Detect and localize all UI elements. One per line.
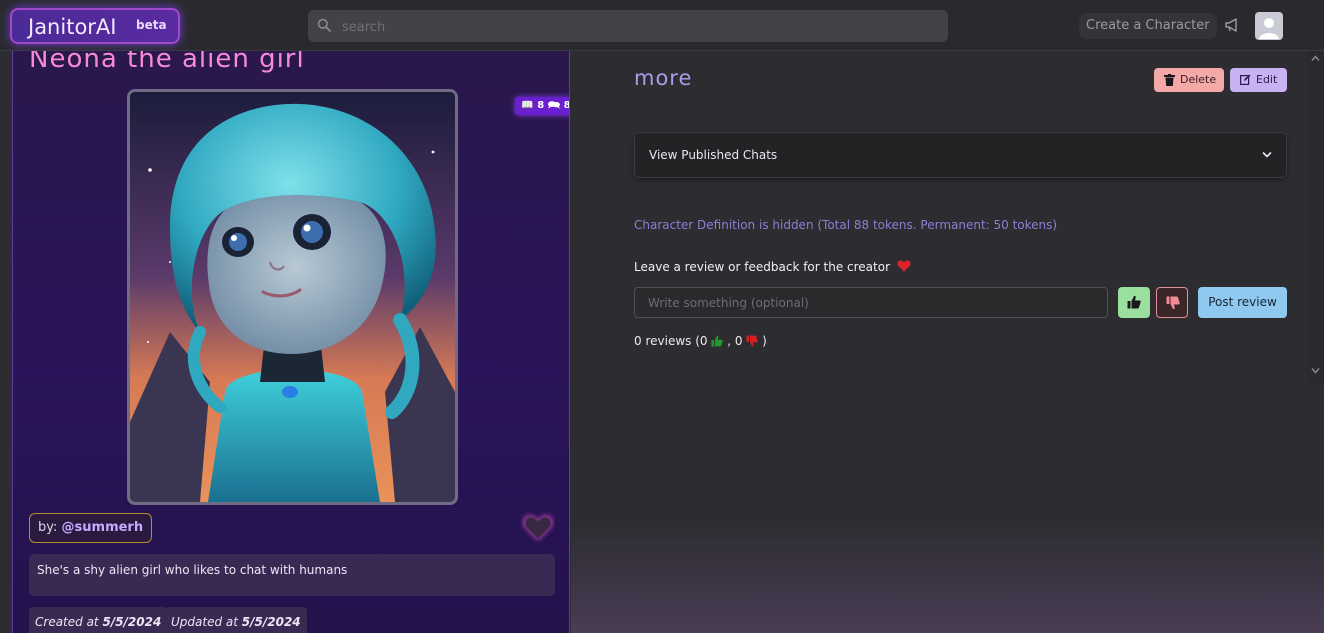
review-input[interactable]	[634, 287, 1108, 318]
review-prompt: Leave a review or feedback for the creat…	[634, 260, 911, 274]
edit-button[interactable]: Edit	[1230, 68, 1287, 92]
search-icon	[317, 18, 331, 32]
edit-label: Edit	[1256, 73, 1278, 86]
creator-link[interactable]: @summerh	[62, 520, 144, 535]
review-counts: 0 reviews (0 , 0 )	[634, 334, 767, 348]
created-date: Created at 5/5/2024	[29, 607, 168, 633]
by-label: by:	[38, 520, 58, 535]
background-gradient	[571, 520, 1324, 633]
created-label: Created at	[35, 615, 99, 629]
alien-girl-illustration	[130, 92, 455, 502]
reviews-prefix: 0 reviews (0	[634, 334, 708, 348]
heart-emoji-icon	[897, 260, 911, 272]
review-prompt-text: Leave a review or feedback for the creat…	[634, 260, 891, 274]
thumbs-up-count-icon	[711, 335, 724, 347]
character-portrait[interactable]	[127, 89, 458, 505]
delete-label: Delete	[1180, 73, 1217, 86]
chevron-down-icon	[1262, 152, 1272, 158]
thumbs-down-button[interactable]	[1156, 287, 1188, 318]
character-panel: Neona the alien girl 📖 8 🗪 8 by: @summer…	[12, 51, 570, 633]
megaphone-icon[interactable]	[1224, 17, 1240, 33]
logo-text: JanitorAI	[28, 15, 117, 39]
user-icon	[1259, 18, 1279, 39]
delete-button[interactable]: Delete	[1154, 68, 1224, 92]
scroll-up-arrow-icon[interactable]	[1311, 55, 1320, 62]
thumbs-down-count-icon	[746, 335, 759, 347]
updated-label: Updated at	[171, 615, 238, 629]
scrollbar[interactable]	[1307, 51, 1324, 384]
thumbs-down-icon	[1166, 296, 1180, 310]
accordion-label: View Published Chats	[649, 148, 778, 162]
scroll-down-arrow-icon[interactable]	[1311, 367, 1320, 374]
trash-icon	[1164, 74, 1175, 86]
published-chats-accordion[interactable]: View Published Chats	[634, 132, 1287, 178]
character-name: Neona the alien girl	[29, 51, 305, 74]
janitorai-logo[interactable]: JanitorAI beta	[10, 8, 180, 44]
token-badge: 📖 8 🗪 8	[515, 97, 569, 115]
top-bar: JanitorAI beta Create a Character	[0, 0, 1324, 51]
user-avatar[interactable]	[1255, 12, 1283, 40]
thumbs-up-button[interactable]	[1118, 287, 1150, 318]
beta-badge: beta	[136, 18, 167, 32]
post-review-button[interactable]: Post review	[1198, 287, 1287, 318]
character-description: She's a shy alien girl who likes to chat…	[29, 554, 555, 596]
creator-tag[interactable]: by: @summerh	[29, 513, 153, 543]
created-value: 5/5/2024	[102, 615, 162, 629]
updated-value: 5/5/2024	[241, 615, 301, 629]
reviews-suffix: )	[762, 334, 767, 348]
search-bar[interactable]	[308, 10, 948, 42]
heart-icon[interactable]	[521, 512, 555, 544]
definition-hidden-text: Character Definition is hidden (Total 88…	[634, 218, 1058, 232]
edit-icon	[1240, 74, 1251, 85]
updated-date: Updated at 5/5/2024	[165, 607, 307, 633]
create-character-button[interactable]: Create a Character	[1079, 13, 1217, 39]
thumbs-up-icon	[1127, 295, 1141, 309]
section-title: more	[634, 66, 693, 90]
search-input[interactable]	[340, 15, 934, 39]
reviews-mid: , 0	[727, 334, 743, 348]
